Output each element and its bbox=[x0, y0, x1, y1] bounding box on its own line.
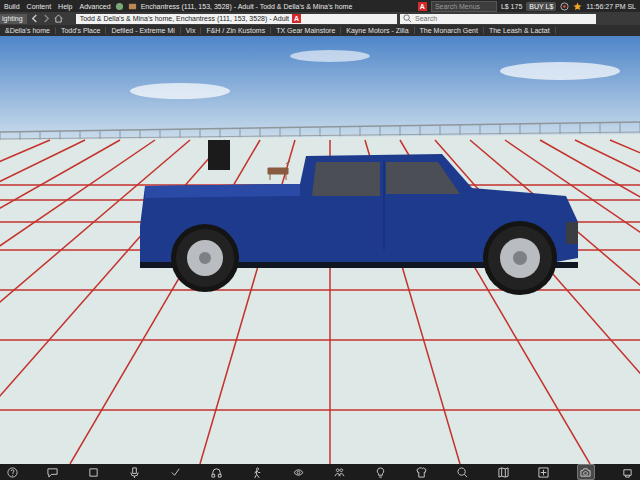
toolbar-button[interactable] bbox=[536, 465, 552, 479]
toolbar-icon bbox=[457, 467, 468, 478]
rating-badge: A bbox=[418, 2, 427, 11]
location-field[interactable]: Todd & Della's & Mina's home, Enchantres… bbox=[76, 14, 397, 24]
toolbar-icon bbox=[47, 467, 58, 478]
menu-item[interactable]: Build bbox=[4, 3, 20, 10]
toolbar-button[interactable] bbox=[168, 465, 184, 479]
menu-list: Build Content Help Advanced bbox=[2, 3, 111, 10]
parcel-icon[interactable] bbox=[115, 2, 124, 11]
menu-item[interactable]: Content bbox=[27, 3, 52, 10]
toolbar-button[interactable] bbox=[495, 465, 511, 479]
menu-item[interactable]: Help bbox=[58, 3, 72, 10]
menu-bar: Build Content Help Advanced Enchantress (111… bbox=[0, 0, 640, 12]
search-menus-field[interactable]: Search Menus bbox=[431, 1, 497, 12]
forward-icon[interactable] bbox=[42, 14, 51, 23]
navigation-bar: ighting Todd & Della's & Mina's home, Enc… bbox=[0, 12, 640, 25]
toolbar-button[interactable] bbox=[331, 465, 347, 479]
favorite-item[interactable]: &Della's home bbox=[0, 27, 56, 34]
back-icon[interactable] bbox=[30, 14, 39, 23]
favorite-item[interactable]: TX Gear Mainstore bbox=[271, 27, 341, 34]
toolbar-button[interactable] bbox=[86, 465, 102, 479]
toolbar-button[interactable] bbox=[413, 465, 429, 479]
toolbar-button[interactable] bbox=[620, 465, 636, 479]
favorite-item[interactable]: The Leash & Lactat bbox=[484, 27, 556, 34]
toolbar-icon bbox=[252, 467, 263, 478]
toolbar-button[interactable] bbox=[577, 464, 595, 480]
toolbar-button[interactable] bbox=[45, 465, 61, 479]
magnifier-icon bbox=[403, 14, 412, 23]
toolbar-icon bbox=[88, 467, 99, 478]
toolbar-button[interactable] bbox=[127, 465, 143, 479]
toolbar-icon bbox=[7, 467, 18, 478]
menu-item[interactable]: Advanced bbox=[80, 3, 111, 10]
star-icon[interactable] bbox=[573, 2, 582, 11]
buy-button[interactable]: BUY L$ bbox=[526, 2, 556, 11]
toolbar-icon bbox=[334, 467, 345, 478]
clock: 11:56:27 PM SL bbox=[586, 3, 638, 10]
toolbar-icon bbox=[580, 467, 591, 478]
favorite-item[interactable]: F&H / Zin Kustoms bbox=[201, 27, 271, 34]
toolbar-button[interactable] bbox=[290, 465, 306, 479]
lighting-button[interactable]: ighting bbox=[0, 14, 27, 24]
toolbar-icon bbox=[293, 467, 304, 478]
toolbar-button[interactable] bbox=[372, 465, 388, 479]
toolbar-button[interactable] bbox=[454, 465, 470, 479]
location-text: Enchantress (111, 153, 3528) - Adult - T… bbox=[141, 3, 414, 10]
bottom-toolbar bbox=[0, 464, 640, 480]
toolbar-button[interactable] bbox=[250, 465, 266, 479]
toolbar-icon bbox=[498, 467, 509, 478]
toolbar-icon bbox=[622, 467, 633, 478]
world-view[interactable] bbox=[0, 36, 640, 464]
toolbar-icon bbox=[211, 467, 222, 478]
home-icon[interactable] bbox=[54, 14, 63, 23]
toolbar-icon bbox=[170, 467, 181, 478]
favorite-item[interactable]: Todd's Place bbox=[56, 27, 106, 34]
toolbar-icon bbox=[538, 467, 549, 478]
toolbar-icon bbox=[129, 467, 140, 478]
favorites-bar: &Della's homeTodd's PlaceDefiled - Extre… bbox=[0, 25, 640, 36]
balance: L$ 175 bbox=[501, 3, 522, 10]
toolbar-icon bbox=[375, 467, 386, 478]
search-field[interactable]: Search bbox=[400, 14, 596, 24]
toolbar-icon bbox=[416, 467, 427, 478]
favorite-item[interactable]: Defiled - Extreme Mi bbox=[106, 27, 180, 34]
viewer-window: Build Content Help Advanced Enchantress (111… bbox=[0, 0, 640, 480]
favorite-item[interactable]: The Monarch Gent bbox=[415, 27, 484, 34]
media-icon[interactable] bbox=[560, 2, 569, 11]
favorite-item[interactable]: Vix bbox=[181, 27, 202, 34]
script-icon[interactable] bbox=[128, 2, 137, 11]
scene-render bbox=[0, 36, 640, 464]
rating-badge: A bbox=[292, 14, 301, 23]
toolbar-button[interactable] bbox=[4, 465, 20, 479]
toolbar-button[interactable] bbox=[209, 465, 225, 479]
favorite-item[interactable]: Kayne Motors - Zilla bbox=[341, 27, 414, 34]
